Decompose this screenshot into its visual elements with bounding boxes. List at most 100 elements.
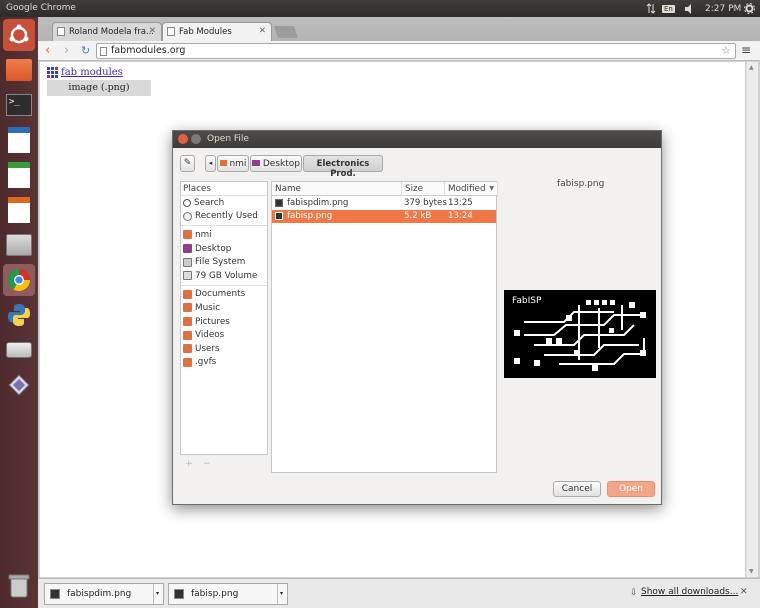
chrome-icon[interactable]: [3, 264, 35, 296]
chevron-down-icon[interactable]: ▾: [153, 584, 163, 604]
places-divider: [181, 225, 267, 227]
crumb-nmi[interactable]: nmi: [217, 155, 249, 172]
scroll-up-icon[interactable]: ▲: [749, 64, 754, 71]
place-videos[interactable]: Videos: [181, 328, 267, 342]
image-file-icon: [275, 212, 283, 220]
preview-image: FabISP: [504, 290, 656, 378]
volume-icon[interactable]: [684, 2, 695, 15]
back-arrow-icon[interactable]: ‹: [45, 43, 50, 58]
browser-window: Roland Modela fra... ✕ Fab Modules ✕ ‹ ›…: [38, 17, 760, 608]
chevron-left-icon: ◂: [208, 159, 213, 167]
top-panel: Google Chrome En 2:27 PM: [0, 0, 760, 17]
drive-icon: [183, 257, 192, 267]
format-select-item[interactable]: image (.png): [47, 80, 151, 96]
new-tab-button[interactable]: [273, 26, 299, 38]
ubuntu-logo-icon[interactable]: [3, 19, 35, 51]
close-icon[interactable]: ✕: [740, 587, 748, 597]
forward-arrow-icon[interactable]: ›: [64, 43, 69, 58]
place-79gb-volume[interactable]: 79 GB Volume: [181, 269, 267, 283]
app-title: Google Chrome: [6, 3, 76, 13]
preview-text: FabISP: [512, 296, 542, 306]
crumb-electronics-prod[interactable]: Electronics Prod.: [303, 155, 383, 179]
trash-icon[interactable]: [3, 569, 35, 601]
column-modified[interactable]: Modified ▼: [445, 182, 498, 196]
calc-icon[interactable]: [3, 159, 35, 191]
reload-icon[interactable]: ↻: [81, 44, 90, 57]
chevron-down-icon[interactable]: ▾: [277, 584, 287, 604]
videos-folder-icon: [183, 330, 192, 340]
places-sidebar: Places Search Recently Used nmi Desktop …: [180, 181, 268, 455]
tab-fab-modules[interactable]: Fab Modules ✕: [162, 22, 272, 41]
place-search[interactable]: Search: [181, 196, 267, 210]
home-folder-icon: [183, 230, 192, 240]
archive-icon[interactable]: [3, 229, 35, 261]
home-folder-icon: [219, 160, 227, 166]
clock-icon: [183, 211, 192, 221]
download-item-fabispdim[interactable]: fabispdim.png ▾: [44, 583, 164, 605]
gear-icon[interactable]: [744, 2, 755, 15]
preview-label: fabisp.png: [557, 179, 605, 189]
launcher: >_: [0, 17, 38, 608]
dialog-title: Open File: [207, 134, 249, 144]
open-file-dialog: Open File ✎ ◂ nmi Desktop Electronics Pr…: [172, 130, 662, 505]
writer-icon[interactable]: [3, 124, 35, 156]
address-bar[interactable]: fabmodules.org ☆: [96, 43, 736, 59]
sort-down-icon: ▼: [489, 185, 494, 192]
place-users[interactable]: Users: [181, 342, 267, 356]
cancel-button[interactable]: Cancel: [553, 481, 601, 497]
fab-modules-header: fab modules: [47, 67, 123, 78]
fab-modules-link[interactable]: fab modules: [61, 67, 123, 78]
folder-icon: [183, 357, 192, 367]
scroll-down-icon[interactable]: ▼: [749, 568, 754, 575]
tab-roland-modela[interactable]: Roland Modela fra... ✕: [52, 22, 162, 41]
minimize-icon[interactable]: [191, 134, 201, 144]
add-place-button[interactable]: +: [185, 459, 193, 469]
download-item-fabisp[interactable]: fabisp.png ▾: [168, 583, 288, 605]
remove-place-button[interactable]: −: [203, 459, 211, 469]
places-header: Places: [181, 182, 267, 196]
page-icon: [167, 27, 175, 36]
place-desktop[interactable]: Desktop: [181, 242, 267, 256]
place-recently-used[interactable]: Recently Used: [181, 210, 267, 224]
crumb-desktop[interactable]: Desktop: [250, 155, 302, 172]
inkscape-icon[interactable]: [3, 369, 35, 401]
file-row-fabispdim[interactable]: fabispdim.png 379 bytes 13:25: [272, 197, 496, 210]
downloads-bar: fabispdim.png ▾ fabisp.png ▾ ⇩ Show all …: [38, 578, 760, 608]
place-file-system[interactable]: File System: [181, 255, 267, 269]
star-icon[interactable]: ☆: [721, 44, 731, 57]
type-location-button[interactable]: ✎: [180, 155, 195, 172]
place-music[interactable]: Music: [181, 301, 267, 315]
fab-logo-icon: [47, 67, 58, 78]
music-folder-icon: [183, 303, 192, 313]
page-icon: [100, 47, 107, 56]
impress-icon[interactable]: [3, 194, 35, 226]
page-scrollbar[interactable]: ▲ ▼: [746, 62, 758, 577]
python-icon[interactable]: [3, 299, 35, 331]
search-icon: [183, 198, 191, 207]
keyboard-indicator[interactable]: En: [662, 2, 675, 15]
drive-icon[interactable]: [3, 334, 35, 366]
close-icon[interactable]: ✕: [259, 26, 266, 36]
folder-icon: [183, 289, 192, 299]
places-divider: [181, 284, 267, 286]
files-icon[interactable]: [3, 54, 35, 86]
place-pictures[interactable]: Pictures: [181, 315, 267, 329]
place-nmi[interactable]: nmi: [181, 228, 267, 242]
column-size[interactable]: Size: [402, 182, 445, 196]
open-button[interactable]: Open: [607, 481, 655, 497]
menu-icon[interactable]: ≡: [741, 43, 751, 57]
file-list: Name Size Modified ▼ fabispdim.png 379 b…: [271, 181, 498, 473]
place-gvfs[interactable]: .gvfs: [181, 356, 267, 370]
terminal-icon[interactable]: >_: [3, 89, 35, 121]
close-icon[interactable]: [178, 134, 188, 144]
show-all-downloads-link[interactable]: Show all downloads...: [641, 587, 738, 597]
file-row-fabisp[interactable]: fabisp.png 5.2 kB 13:24: [272, 210, 496, 223]
network-icon[interactable]: [646, 2, 656, 15]
clock[interactable]: 2:27 PM: [705, 2, 741, 15]
column-name[interactable]: Name: [272, 182, 402, 196]
image-file-icon: [275, 199, 283, 207]
path-back-button[interactable]: ◂: [205, 155, 216, 172]
place-documents[interactable]: Documents: [181, 288, 267, 302]
close-icon[interactable]: ✕: [149, 26, 156, 36]
desktop-icon: [252, 160, 260, 166]
